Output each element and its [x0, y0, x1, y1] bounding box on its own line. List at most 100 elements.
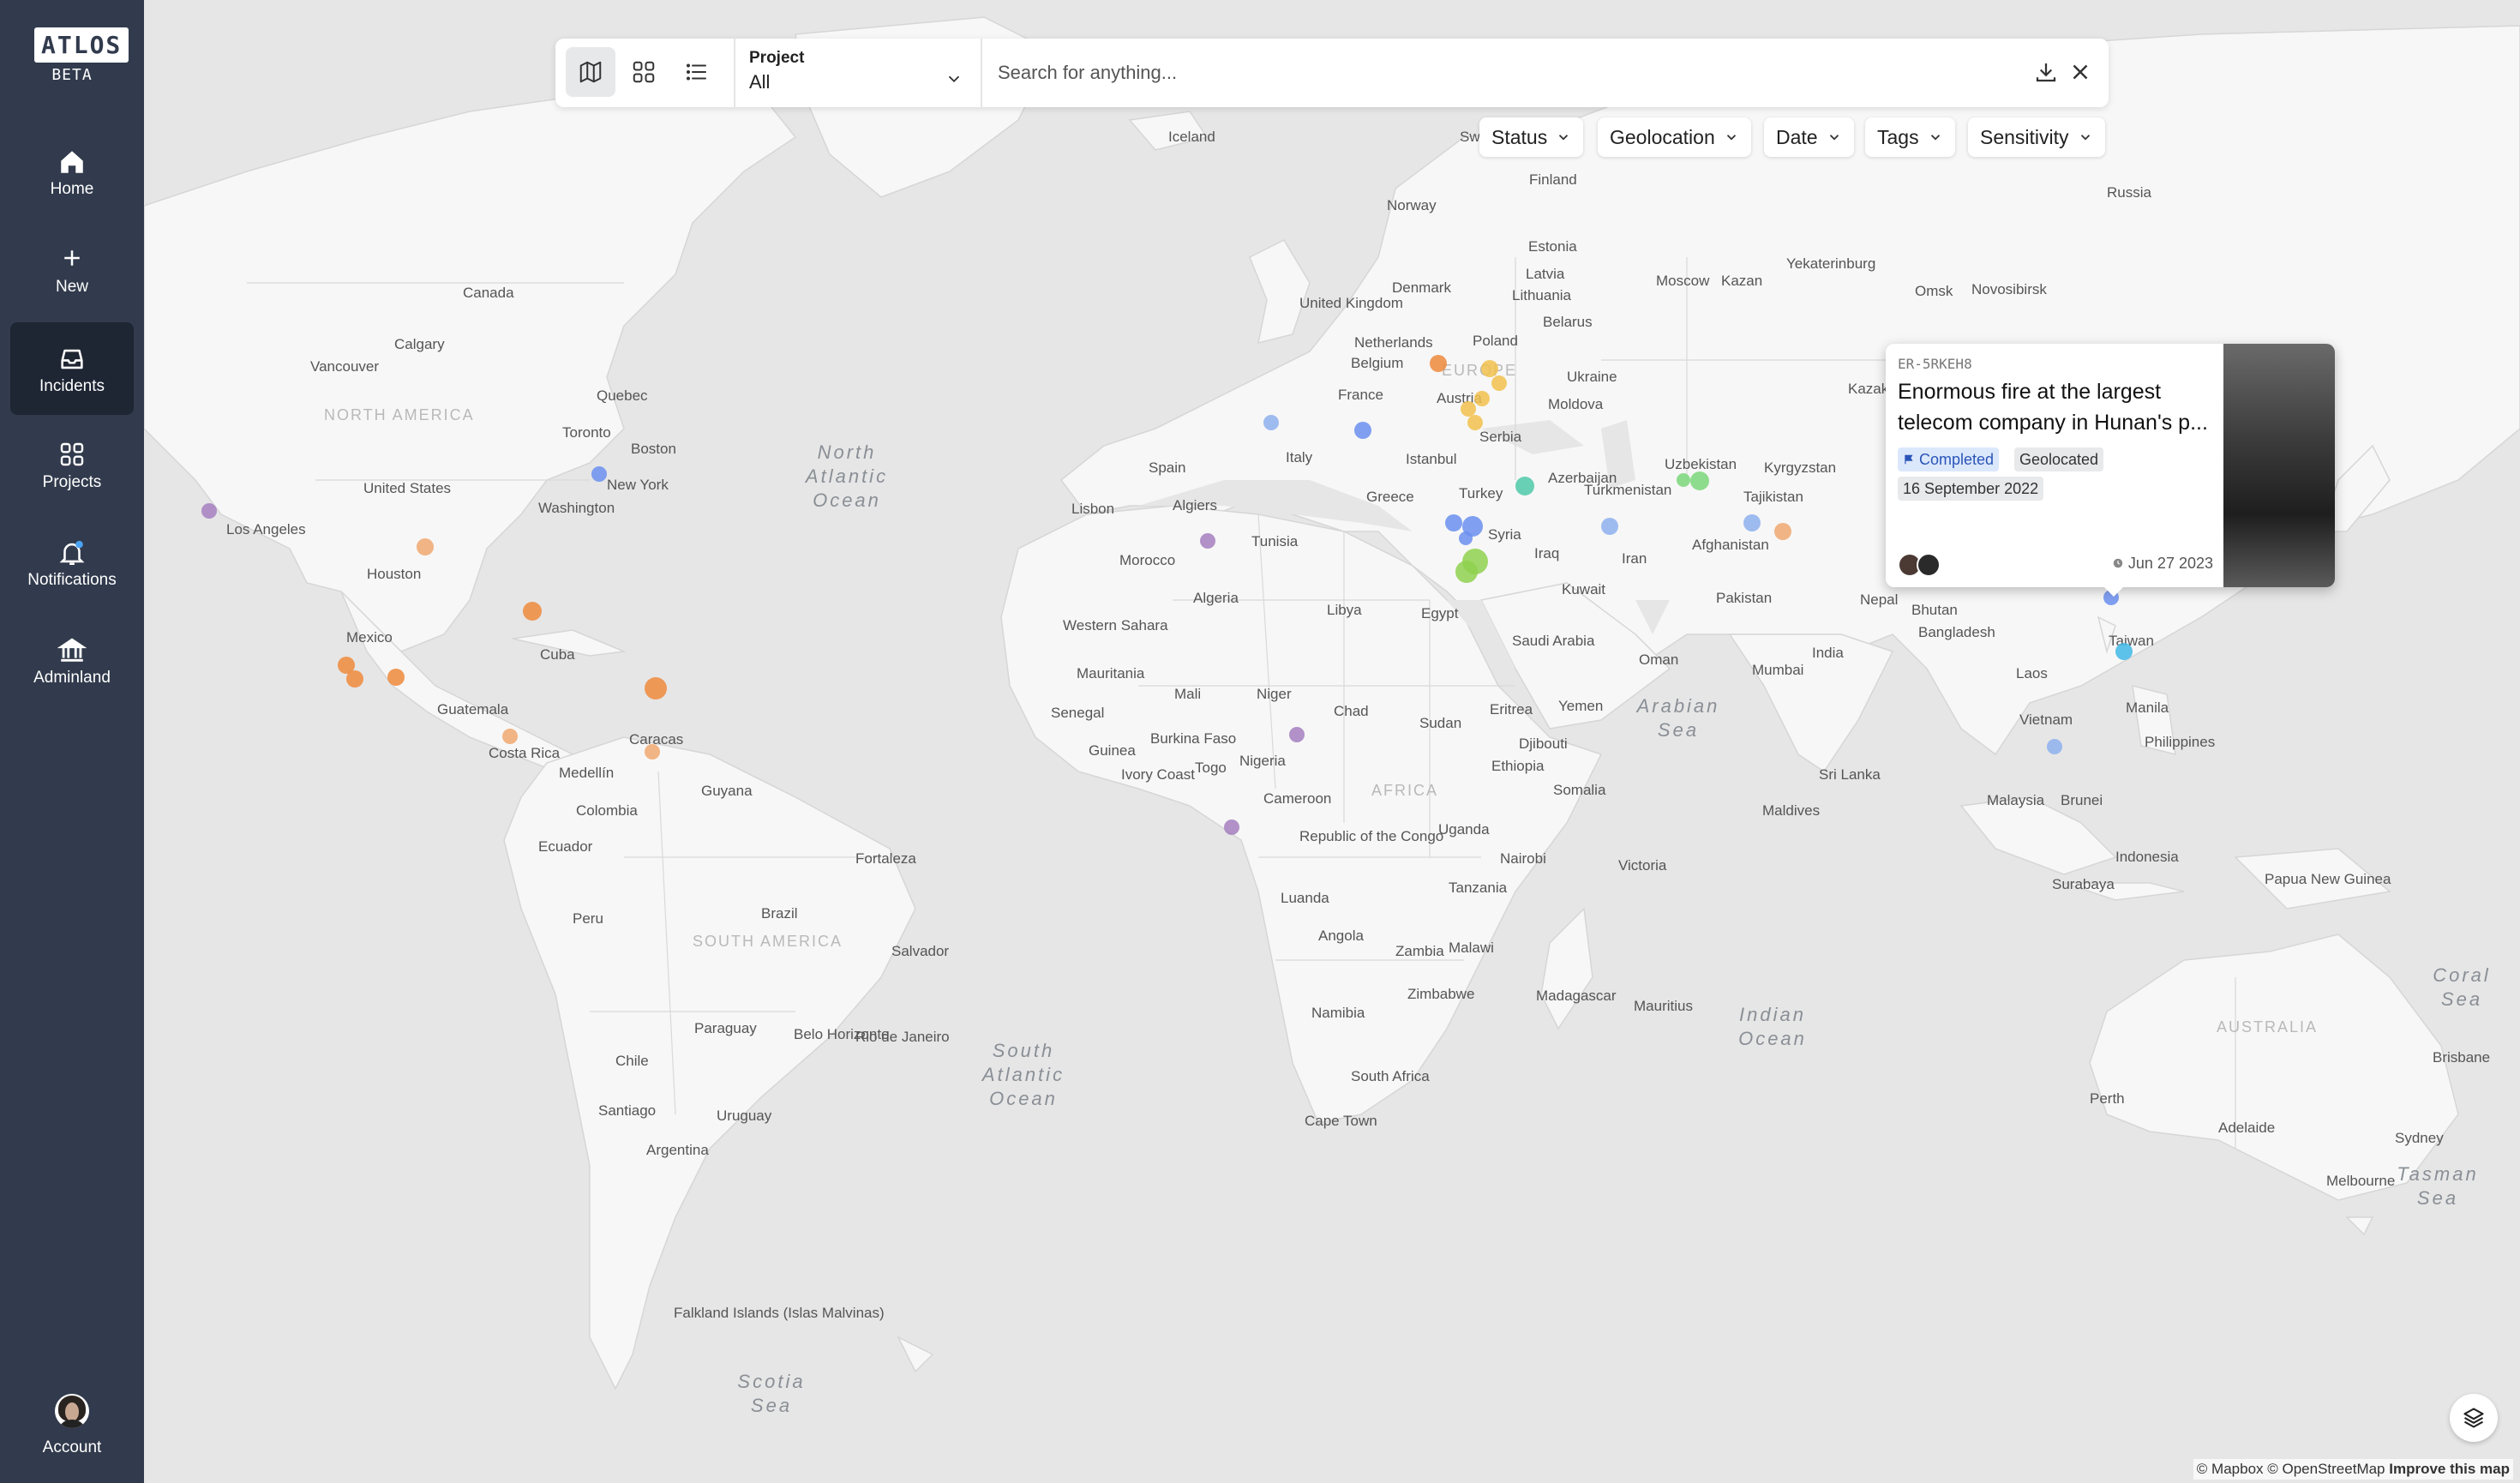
nav-new-label: New: [55, 278, 88, 296]
map-place-label: Bangladesh: [1918, 624, 1995, 640]
grid-view-button[interactable]: [619, 47, 669, 97]
incident-marker[interactable]: [1690, 471, 1709, 490]
nav-incidents[interactable]: Incidents: [10, 322, 134, 415]
incident-marker[interactable]: [1677, 473, 1690, 487]
filter-date[interactable]: Date: [1764, 117, 1854, 157]
map-place-label: Spain: [1149, 459, 1186, 476]
divider: [981, 39, 982, 107]
logo[interactable]: ATLOS BETA: [34, 27, 129, 84]
map[interactable]: IcelandSwedenFinlandNorwayRussiaEstoniaL…: [144, 0, 2520, 1483]
list-view-button[interactable]: [672, 47, 722, 97]
incident-marker[interactable]: [523, 602, 542, 621]
map-place-label: Argentina: [646, 1142, 709, 1158]
map-place-label: Ivory Coast: [1121, 766, 1195, 783]
incident-marker[interactable]: [1467, 415, 1483, 430]
incident-marker[interactable]: [591, 466, 607, 482]
map-place-label: Bhutan: [1911, 602, 1958, 618]
map-place-label: Libya: [1327, 602, 1362, 618]
incident-marker[interactable]: [2115, 643, 2133, 660]
filter-sensitivity[interactable]: Sensitivity: [1968, 117, 2105, 157]
chevron-down-icon: [948, 75, 960, 83]
incident-marker[interactable]: [417, 538, 434, 555]
incident-title[interactable]: Enormous fire at the largest telecom com…: [1898, 376, 2223, 438]
map-place-label: Afghanistan: [1692, 537, 1769, 553]
map-ocean-label: South Atlantic Ocean: [981, 1040, 1065, 1109]
nav-account[interactable]: Account: [10, 1385, 134, 1462]
incident-marker[interactable]: [1481, 360, 1498, 377]
nav-notifications[interactable]: Notifications: [10, 516, 134, 609]
inbox-icon: [61, 349, 83, 369]
incident-id: ER-5RKEH8: [1898, 356, 1972, 372]
chevron-down-icon: [1930, 135, 1940, 141]
nav-home[interactable]: Home: [10, 125, 134, 218]
map-region-label: AUSTRALIA: [2217, 1018, 2319, 1036]
nav-adminland-label: Adminland: [33, 669, 111, 687]
incident-marker[interactable]: [1354, 422, 1371, 439]
last-updated: Jun 27 2023: [2112, 555, 2213, 573]
map-place-label: Falkland Islands (Islas Malvinas): [674, 1305, 885, 1321]
nav-notifications-label: Notifications: [27, 571, 117, 589]
incident-marker[interactable]: [201, 503, 217, 519]
map-place-label: Tajikistan: [1743, 489, 1803, 505]
map-view-button[interactable]: [566, 47, 615, 97]
incident-marker[interactable]: [1459, 531, 1473, 545]
incident-marker[interactable]: [1430, 355, 1447, 372]
incident-marker[interactable]: [1224, 820, 1239, 835]
account-label: Account: [42, 1438, 102, 1456]
incident-marker[interactable]: [1263, 415, 1279, 430]
incident-marker[interactable]: [1491, 375, 1507, 391]
filter-tags[interactable]: Tags: [1865, 117, 1955, 157]
map-place-label: Uganda: [1438, 821, 1490, 838]
map-place-label: Cape Town: [1305, 1113, 1377, 1129]
incident-marker[interactable]: [1474, 391, 1490, 406]
map-place-label: Kuwait: [1562, 581, 1606, 597]
map-region-label: EUROPE: [1442, 362, 1518, 379]
map-place-label: Victoria: [1618, 857, 1667, 874]
nav-new[interactable]: New: [10, 223, 134, 315]
map-place-label: Western Sahara: [1063, 617, 1168, 633]
map-place-label: Algiers: [1173, 497, 1217, 513]
incident-marker[interactable]: [1200, 533, 1215, 549]
map-place-label: Niger: [1257, 686, 1292, 702]
map-ocean-label: Tasman Sea: [2397, 1163, 2479, 1209]
map-place-label: Salvador: [891, 943, 950, 959]
map-place-label: Guatemala: [437, 701, 509, 717]
incident-marker[interactable]: [346, 670, 363, 687]
map-place-label: Sri Lanka: [1819, 766, 1881, 783]
chevron-down-icon: [2080, 135, 2090, 141]
map-place-label: Serbia: [1479, 429, 1522, 445]
layers-button[interactable]: [2450, 1394, 2498, 1442]
logo-wordmark: ATLOS: [34, 27, 129, 63]
incident-marker[interactable]: [1289, 727, 1305, 742]
incident-marker[interactable]: [645, 677, 667, 699]
incident-marker[interactable]: [1743, 514, 1761, 531]
close-icon[interactable]: [2067, 59, 2093, 85]
incident-marker[interactable]: [1601, 518, 1618, 535]
incident-marker[interactable]: [1515, 477, 1534, 495]
map-place-label: Ecuador: [538, 838, 593, 855]
incident-marker[interactable]: [1445, 514, 1462, 531]
download-icon[interactable]: [2033, 59, 2059, 85]
incident-marker[interactable]: [2047, 739, 2062, 754]
map-ocean-label: Coral Sea: [2433, 964, 2491, 1010]
incident-popup[interactable]: ER-5RKEH8 Enormous fire at the largest t…: [1886, 344, 2335, 587]
map-place-label: Chad: [1334, 703, 1369, 719]
map-place-label: Syria: [1488, 526, 1521, 543]
incident-marker[interactable]: [1774, 523, 1791, 540]
divider: [734, 39, 735, 107]
project-label: Project: [749, 49, 805, 67]
plus-icon: [64, 250, 80, 266]
nav-adminland[interactable]: Adminland: [10, 614, 134, 706]
incident-marker[interactable]: [387, 669, 405, 686]
filter-status[interactable]: Status: [1479, 117, 1584, 157]
map-place-label: Malawi: [1449, 940, 1494, 956]
search-input[interactable]: [998, 56, 1941, 90]
map-region-label: SOUTH AMERICA: [693, 933, 843, 950]
filter-geolocation[interactable]: Geolocation: [1598, 117, 1751, 157]
incident-marker[interactable]: [1455, 561, 1478, 583]
incident-marker[interactable]: [502, 729, 518, 744]
map-ocean-label: North Atlantic Ocean: [805, 441, 889, 511]
map-ocean-label: Indian Ocean: [1738, 1004, 1807, 1049]
incident-marker[interactable]: [645, 744, 660, 760]
nav-projects[interactable]: Projects: [10, 418, 134, 511]
